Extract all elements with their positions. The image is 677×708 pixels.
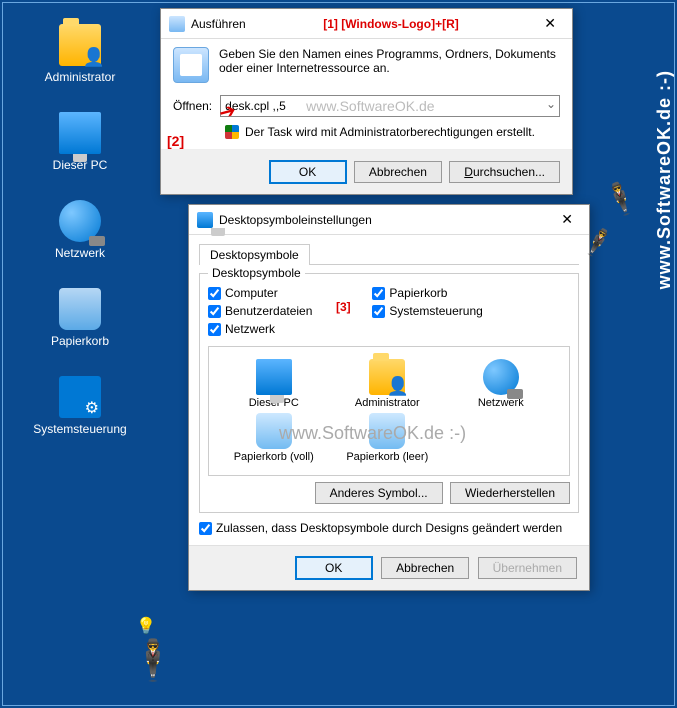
group-title: Desktopsymbole [208, 266, 305, 280]
titlebar[interactable]: Ausführen [1] [Windows-Logo]+[R] ✕ [161, 9, 572, 39]
annotation-2: [2] [167, 133, 184, 149]
desktop-icon-control-panel[interactable]: Systemsteuerung [20, 372, 140, 440]
stick-figure-icon: 🕴 [128, 637, 178, 684]
browse-button[interactable]: Durchsuchen... [449, 161, 560, 183]
check-user-files[interactable]: Benutzerdateien [208, 304, 312, 318]
desktop-icon-recycle-bin[interactable]: Papierkorb [20, 284, 140, 352]
open-label: Öffnen: [173, 99, 212, 113]
cancel-button[interactable]: Abbrechen [354, 161, 442, 183]
icon-label: Administrator [24, 70, 136, 84]
pc-icon [256, 359, 292, 395]
desktop-icons-group: Desktopsymbole Computer Benutzerdateien … [199, 273, 579, 513]
control-panel-icon [59, 376, 101, 418]
cancel-button[interactable]: Abbrechen [381, 557, 469, 579]
annotation-1: [1] [Windows-Logo]+[R] [323, 17, 459, 31]
titlebar[interactable]: Desktopsymboleinstellungen ✕ [189, 205, 589, 235]
preview-bin-full[interactable]: Papierkorb (voll) [217, 413, 331, 463]
preview-network[interactable]: Netzwerk [444, 359, 558, 409]
icon-label: Netzwerk [24, 246, 136, 260]
close-button[interactable]: ✕ [553, 211, 581, 228]
recycle-bin-empty-icon [369, 413, 405, 449]
side-watermark: www.SoftwareOK.de :-) [654, 70, 675, 289]
allow-themes-checkbox[interactable]: Zulassen, dass Desktopsymbole durch Desi… [199, 521, 579, 535]
preview-this-pc[interactable]: Dieser PC [217, 359, 331, 409]
settings-title: Desktopsymboleinstellungen [219, 213, 372, 227]
run-description: Geben Sie den Namen eines Programms, Ord… [219, 47, 560, 83]
lightbulb-icon: 💡 [136, 616, 156, 636]
uac-shield-icon [225, 125, 239, 139]
check-control-panel[interactable]: Systemsteuerung [372, 304, 482, 318]
preview-bin-empty[interactable]: Papierkorb (leer) [331, 413, 445, 463]
admin-note: Der Task wird mit Administratorberechtig… [245, 125, 535, 139]
desktop-icon-settings-dialog: Desktopsymboleinstellungen ✕ Desktopsymb… [188, 204, 590, 591]
check-computer[interactable]: Computer [208, 286, 312, 300]
run-dialog: Ausführen [1] [Windows-Logo]+[R] ✕ Geben… [160, 8, 573, 195]
desktop-icons: Administrator Dieser PC Netzwerk Papierk… [20, 20, 140, 460]
check-network[interactable]: Netzwerk [208, 322, 312, 336]
desktop-icon-network[interactable]: Netzwerk [20, 196, 140, 264]
network-icon [483, 359, 519, 395]
desktop-icon-administrator[interactable]: Administrator [20, 20, 140, 88]
network-icon [59, 200, 101, 242]
restore-default-button[interactable]: Wiederherstellen [450, 482, 570, 504]
stick-figure-icon: 🕴 [596, 174, 646, 223]
ok-button[interactable]: OK [295, 556, 373, 580]
check-recycle-bin[interactable]: Papierkorb [372, 286, 482, 300]
recycle-bin-full-icon [256, 413, 292, 449]
folder-user-icon [59, 24, 101, 66]
change-icon-button[interactable]: Anderes Symbol... [315, 482, 443, 504]
desktop-icon-this-pc[interactable]: Dieser PC [20, 108, 140, 176]
close-button[interactable]: ✕ [536, 15, 564, 32]
run-title: Ausführen [191, 17, 246, 31]
run-big-icon [173, 47, 209, 83]
open-input[interactable] [220, 95, 560, 117]
preview-administrator[interactable]: Administrator [331, 359, 445, 409]
run-icon [169, 16, 185, 32]
settings-icon [197, 212, 213, 228]
folder-user-icon [369, 359, 405, 395]
icon-label: Systemsteuerung [24, 422, 136, 436]
pc-icon [59, 112, 101, 154]
annotation-3: [3] [336, 300, 351, 314]
icon-label: Papierkorb [24, 334, 136, 348]
apply-button[interactable]: Übernehmen [478, 557, 577, 579]
ok-button[interactable]: OK [269, 160, 347, 184]
recycle-bin-icon [59, 288, 101, 330]
icon-preview-list[interactable]: Dieser PC Administrator Netzwerk Papierk… [208, 346, 570, 476]
tab-desktop-icons[interactable]: Desktopsymbole [199, 244, 310, 265]
open-combobox[interactable]: www.SoftwareOK.de [220, 95, 560, 117]
